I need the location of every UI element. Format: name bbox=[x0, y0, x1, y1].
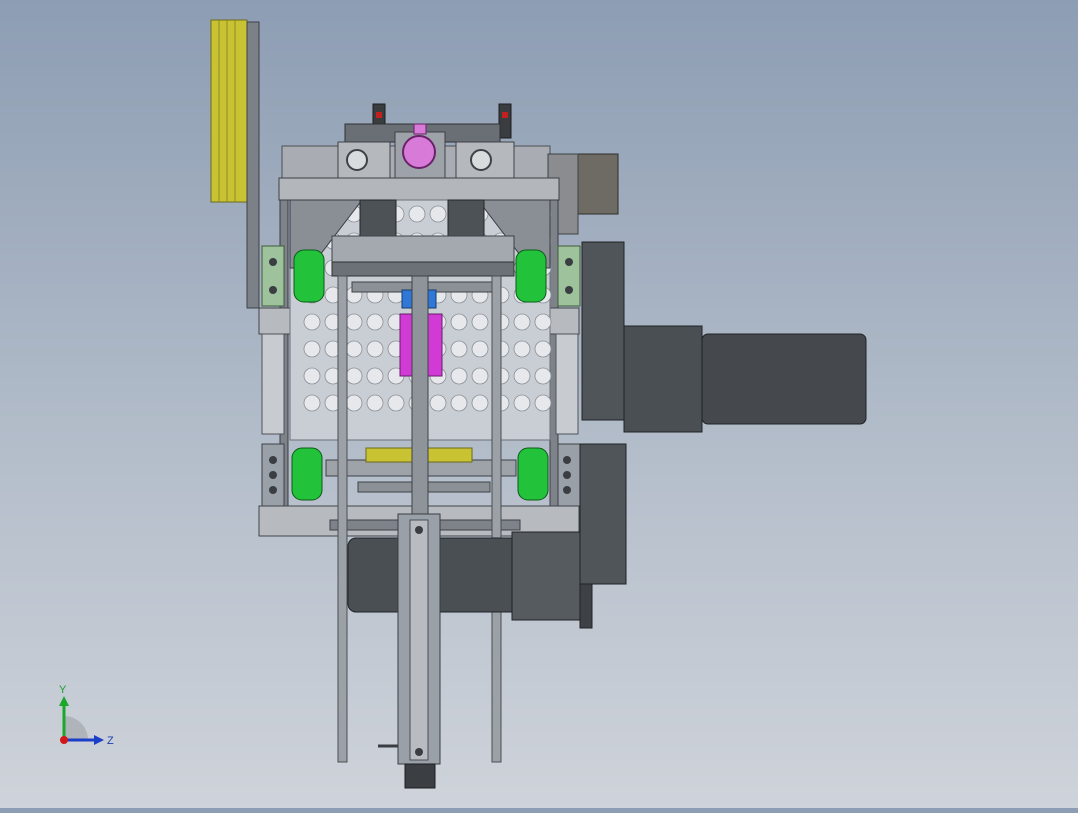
plate-hole bbox=[429, 394, 447, 412]
plate-hole bbox=[408, 205, 426, 223]
plate-hole bbox=[471, 394, 489, 412]
plate-hole bbox=[513, 313, 531, 331]
bottom-motor-left bbox=[347, 537, 407, 613]
plate-hole bbox=[345, 394, 363, 412]
plate-hole bbox=[534, 394, 552, 412]
top-sensor-right bbox=[498, 103, 512, 139]
plate-hole bbox=[450, 313, 468, 331]
drive-wheel-lower-left bbox=[291, 447, 323, 501]
plate-hole bbox=[366, 394, 384, 412]
plate-hole bbox=[303, 367, 321, 385]
plate-hole bbox=[366, 313, 384, 331]
plate-hole bbox=[387, 394, 405, 412]
plate-hole bbox=[345, 340, 363, 358]
plate-hole bbox=[471, 313, 489, 331]
drive-wheel-upper-left bbox=[293, 249, 325, 303]
plate-hole bbox=[534, 313, 552, 331]
plate-hole bbox=[534, 340, 552, 358]
plate-hole bbox=[429, 205, 447, 223]
drive-wheel-upper-right bbox=[515, 249, 547, 303]
plate-hole bbox=[513, 394, 531, 412]
plate-hole bbox=[345, 367, 363, 385]
plate-hole bbox=[450, 394, 468, 412]
z-axis-label: Z bbox=[107, 735, 114, 747]
plate-hole bbox=[366, 367, 384, 385]
plate-hole bbox=[513, 340, 531, 358]
side-motor-right-lower bbox=[579, 443, 627, 629]
yellow-side-panel bbox=[210, 19, 260, 309]
x-axis-dot bbox=[60, 736, 68, 744]
drive-wheel-lower-right bbox=[517, 447, 549, 501]
axis-triad: Y Z bbox=[59, 684, 114, 747]
bottom-motor-right bbox=[431, 531, 583, 621]
plate-hole bbox=[513, 367, 531, 385]
plate-hole bbox=[534, 367, 552, 385]
plate-hole bbox=[450, 367, 468, 385]
plate-hole bbox=[303, 313, 321, 331]
side-motor-right-upper bbox=[581, 241, 867, 433]
cad-viewport[interactable]: Y Z bbox=[0, 0, 1078, 808]
plate-hole bbox=[471, 367, 489, 385]
plate-hole bbox=[450, 340, 468, 358]
plate-hole bbox=[366, 340, 384, 358]
plate-hole bbox=[303, 394, 321, 412]
plate-hole bbox=[471, 340, 489, 358]
cad-model-view[interactable] bbox=[0, 0, 1078, 808]
y-axis-label: Y bbox=[59, 684, 67, 696]
plate-hole bbox=[303, 340, 321, 358]
triad-background-quarter bbox=[64, 716, 88, 740]
plate-hole bbox=[345, 313, 363, 331]
